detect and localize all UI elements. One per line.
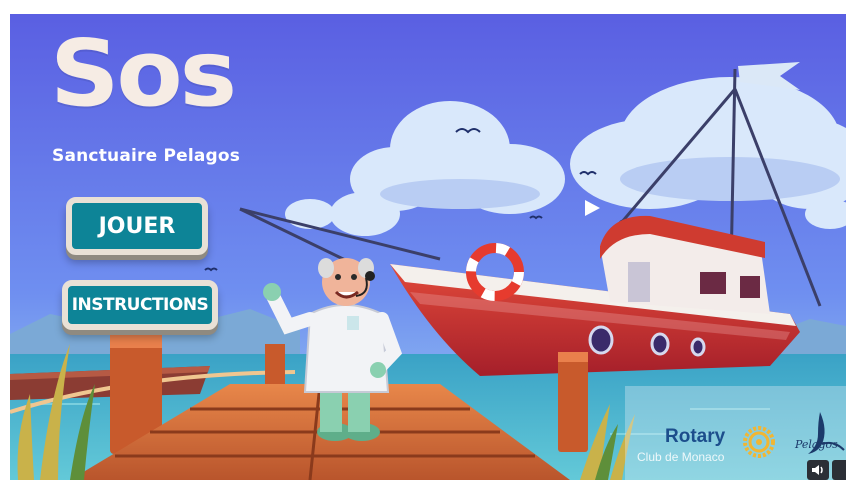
rotary-wheel-icon: [743, 426, 775, 458]
game-subtitle: Sanctuaire Pelagos: [52, 146, 241, 166]
game-title: Sos: [50, 20, 237, 127]
fullscreen-icon[interactable]: [832, 460, 846, 480]
pelagos-whale-icon: [808, 412, 845, 454]
instructions-button[interactable]: INSTRUCTIONS: [62, 280, 218, 330]
game-canvas[interactable]: Sos Sanctuaire Pelagos JOUER INSTRUCTION…: [10, 14, 846, 480]
rotary-logo-text: Rotary: [665, 426, 726, 447]
speaker-icon[interactable]: [807, 460, 829, 480]
rotary-club-text: Club de Monaco: [637, 450, 725, 464]
play-button[interactable]: JOUER: [66, 197, 208, 255]
pelagos-logo-text: Pelagos: [795, 438, 838, 451]
